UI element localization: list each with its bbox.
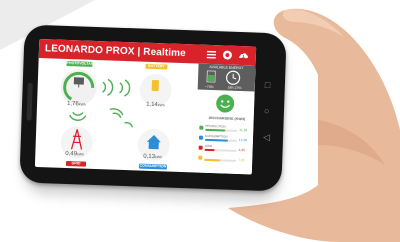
summary-row-value: 1,95 <box>238 148 246 153</box>
settings-icon[interactable] <box>222 49 233 60</box>
summary-row-bar <box>204 158 237 162</box>
summary-row-bar <box>205 128 238 132</box>
app-name: LEONARDO PROX <box>44 43 135 58</box>
app-title: LEONARDO PROX | Realtime <box>45 43 186 59</box>
recent-apps-icon[interactable]: □ <box>265 80 271 90</box>
flow-arcs-pv-battery <box>102 78 131 97</box>
battery-label: BATTERY <box>145 63 168 70</box>
grid-tower-icon <box>198 145 203 150</box>
summary-row-bar-fill <box>204 148 215 152</box>
summary-row-label: PRODUCTION <box>205 123 226 129</box>
grid-label: GRID <box>65 160 87 167</box>
battery-value: 1,14kWh <box>146 101 165 109</box>
summary-row-label: GRID <box>204 143 213 149</box>
available-energy-box: AVAILABLE ENERGY ~70% 58h 23% <box>197 63 256 92</box>
battery-percent: ~70% <box>204 84 214 90</box>
summary-row-value: 7,06 <box>238 158 245 163</box>
battery-icon <box>198 155 203 160</box>
smiley-icon <box>216 94 235 113</box>
energy-flow-diagram <box>60 69 172 162</box>
summary-row-label: CONSUMPTION <box>204 133 228 139</box>
summary-row: 7,06 <box>195 154 252 165</box>
cloud-icon[interactable] <box>238 50 249 61</box>
flow-arcs-pv-consumption <box>109 108 133 128</box>
solar-panel-icon <box>73 77 85 85</box>
back-icon[interactable]: ◁ <box>263 132 270 142</box>
consumption-label: CONSUMPTION <box>138 163 168 170</box>
battery-icon <box>151 79 159 92</box>
sun-icon <box>199 125 204 130</box>
summary-panel: AVAILABLE ENERGY ~70% 58h 23% DISCHARGIN… <box>194 63 256 175</box>
view-name: Realtime <box>143 46 186 60</box>
autonomy-value: 58h 23% <box>227 85 242 91</box>
summary-row-bar-fill <box>204 158 221 162</box>
summary-row-bar <box>204 138 237 142</box>
summary-row-value: 12,35 <box>238 138 248 143</box>
house-icon <box>198 135 204 140</box>
photovoltaic-label: PHOTOVOLTAIC <box>66 60 95 67</box>
flow-arcs-pv-grid <box>69 111 87 121</box>
clock-icon <box>226 70 241 85</box>
phone: LEONARDO PROX | Realtime PHOTOVOLTAIC 1,… <box>19 24 287 192</box>
consumption-value: 0,13kWh <box>143 153 163 161</box>
summary-row-value: 11,18 <box>239 128 248 133</box>
summary-row-bar-fill <box>205 128 226 132</box>
list-icon[interactable] <box>206 49 217 60</box>
grid-value: 0,49kWh <box>65 150 85 158</box>
summary-row-bar-fill <box>204 138 228 142</box>
photovoltaic-value: 1,76kWh <box>66 101 86 108</box>
android-navbar: □ ○ ◁ <box>256 47 282 176</box>
title-separator: | <box>137 46 141 58</box>
battery-level-icon <box>206 70 216 83</box>
summary-title: DISCHARGING (KWH) <box>208 115 246 122</box>
app-screen: LEONARDO PROX | Realtime PHOTOVOLTAIC 1,… <box>34 38 257 175</box>
summary-row-bar <box>204 148 237 152</box>
phone-speaker <box>26 82 33 121</box>
home-icon[interactable]: ○ <box>264 106 270 116</box>
